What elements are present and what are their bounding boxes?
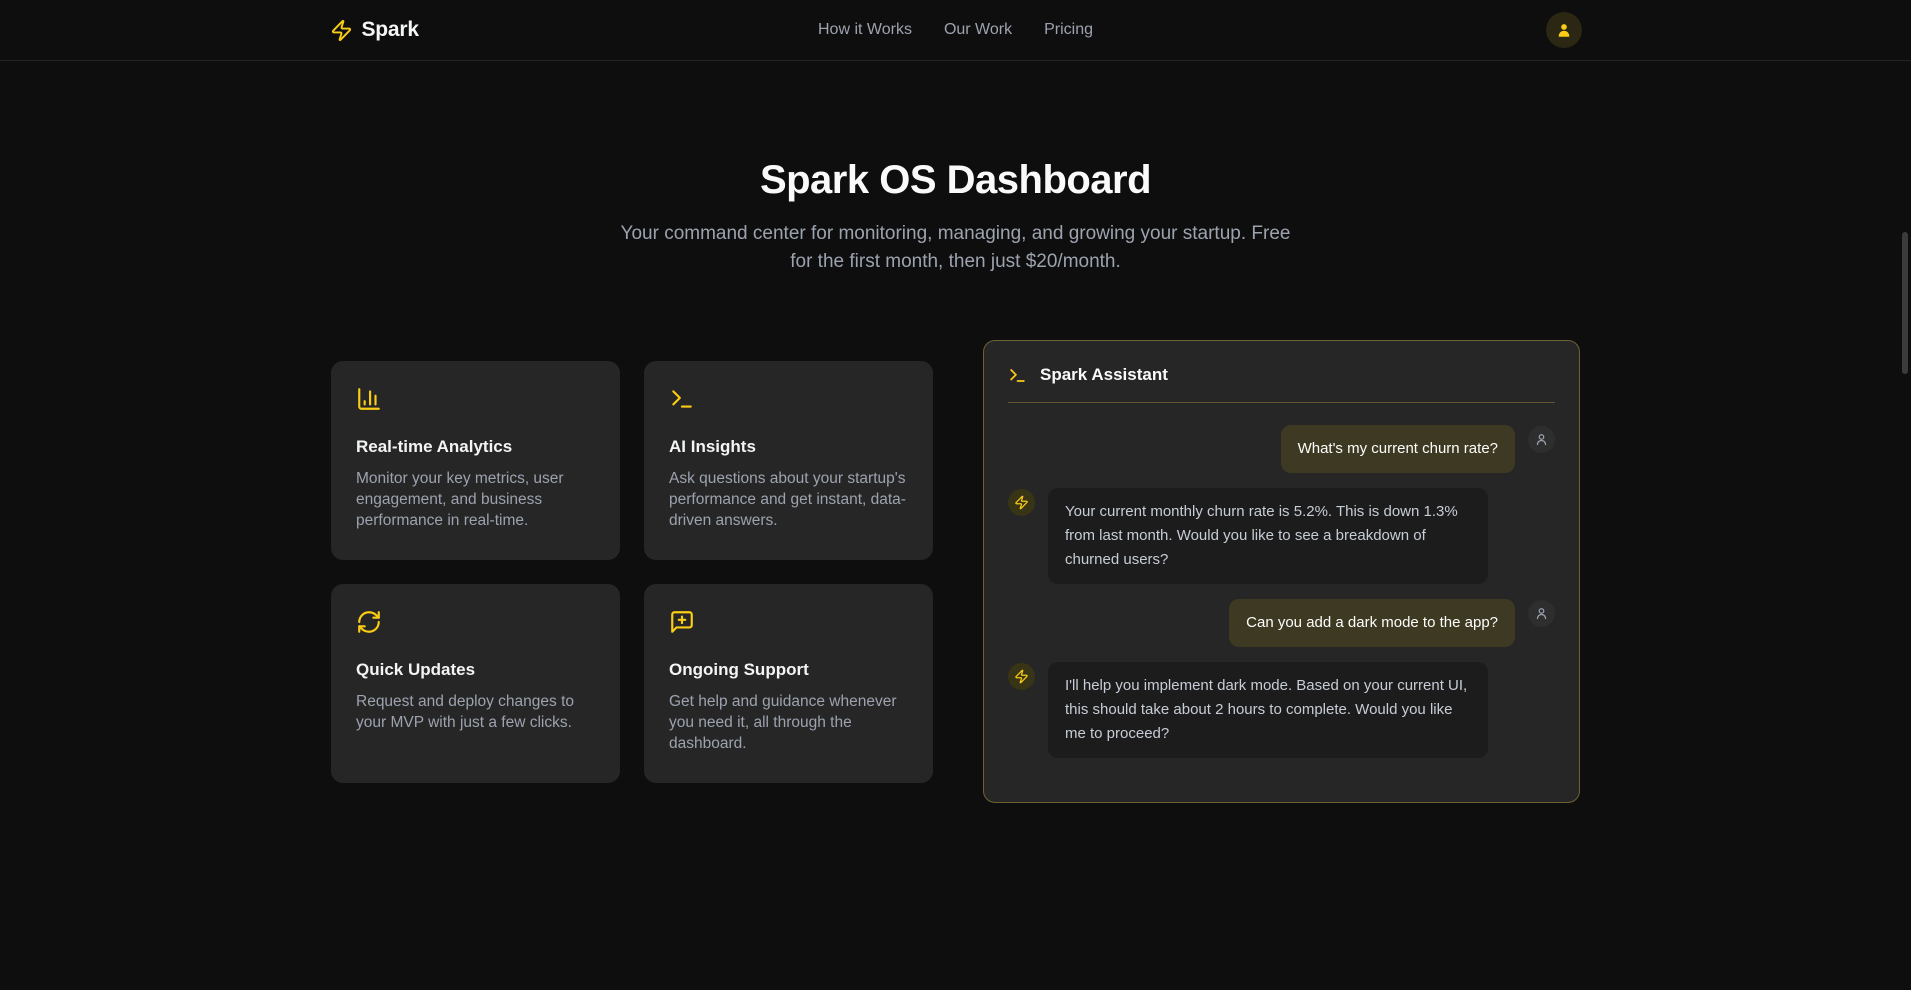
chat-message-user: Can you add a dark mode to the app?: [1008, 599, 1555, 647]
feature-card-ongoing-support: Ongoing Support Get help and guidance wh…: [644, 584, 933, 783]
chat-messages: What's my current churn rate? Your curre…: [1008, 425, 1555, 758]
feature-description: Ask questions about your startup's perfo…: [669, 468, 908, 531]
terminal-icon: [669, 386, 908, 412]
user-message-bubble: Can you add a dark mode to the app?: [1229, 599, 1515, 647]
feature-title: Ongoing Support: [669, 660, 908, 680]
assistant-message-bubble: Your current monthly churn rate is 5.2%.…: [1048, 488, 1488, 584]
divider: [1008, 402, 1555, 403]
user-avatar: [1528, 600, 1555, 627]
feature-description: Monitor your key metrics, user engagemen…: [356, 468, 595, 531]
user-icon: [1555, 21, 1573, 39]
bar-chart-icon: [356, 386, 595, 412]
chat-message-assistant: I'll help you implement dark mode. Based…: [1008, 662, 1555, 758]
user-icon: [1534, 606, 1549, 621]
page-title: Spark OS Dashboard: [0, 156, 1911, 204]
user-icon: [1534, 432, 1549, 447]
main-content: Real-time Analytics Monitor your key met…: [331, 340, 1580, 803]
feature-card-ai-insights: AI Insights Ask questions about your sta…: [644, 361, 933, 560]
navbar-right: [1093, 12, 1582, 48]
user-message-bubble: What's my current churn rate?: [1281, 425, 1515, 473]
nav-link-pricing[interactable]: Pricing: [1044, 21, 1093, 39]
nav-links: How it Works Our Work Pricing: [818, 21, 1093, 39]
feature-card-realtime-analytics: Real-time Analytics Monitor your key met…: [331, 361, 620, 560]
feature-title: AI Insights: [669, 437, 908, 457]
page-subtitle: Your command center for monitoring, mana…: [611, 220, 1301, 276]
zap-icon: [330, 19, 353, 42]
feature-card-quick-updates: Quick Updates Request and deploy changes…: [331, 584, 620, 783]
assistant-header: Spark Assistant: [1008, 365, 1555, 385]
message-square-plus-icon: [669, 609, 908, 635]
feature-description: Request and deploy changes to your MVP w…: [356, 691, 595, 733]
assistant-avatar: [1008, 663, 1035, 690]
page-scrollbar-thumb[interactable]: [1902, 232, 1908, 374]
zap-icon: [1014, 495, 1029, 510]
user-avatar: [1528, 426, 1555, 453]
nav-link-our-work[interactable]: Our Work: [944, 21, 1012, 39]
refresh-icon: [356, 609, 595, 635]
zap-icon: [1014, 669, 1029, 684]
hero-section: Spark OS Dashboard Your command center f…: [0, 61, 1911, 276]
feature-title: Quick Updates: [356, 660, 595, 680]
navbar-left: Spark: [330, 18, 819, 42]
assistant-title: Spark Assistant: [1040, 365, 1168, 385]
features-grid: Real-time Analytics Monitor your key met…: [331, 361, 933, 783]
navbar: Spark How it Works Our Work Pricing: [0, 0, 1911, 61]
feature-description: Get help and guidance whenever you need …: [669, 691, 908, 754]
nav-link-how-it-works[interactable]: How it Works: [818, 21, 912, 39]
brand-name: Spark: [362, 18, 419, 42]
chat-message-user: What's my current churn rate?: [1008, 425, 1555, 473]
terminal-icon: [1008, 366, 1027, 385]
brand-logo[interactable]: Spark: [330, 18, 419, 42]
spark-assistant-panel: Spark Assistant What's my current churn …: [983, 340, 1580, 803]
assistant-avatar: [1008, 489, 1035, 516]
navbar-inner: Spark How it Works Our Work Pricing: [330, 12, 1582, 48]
account-avatar-button[interactable]: [1546, 12, 1582, 48]
chat-message-assistant: Your current monthly churn rate is 5.2%.…: [1008, 488, 1555, 584]
assistant-message-bubble: I'll help you implement dark mode. Based…: [1048, 662, 1488, 758]
feature-title: Real-time Analytics: [356, 437, 595, 457]
